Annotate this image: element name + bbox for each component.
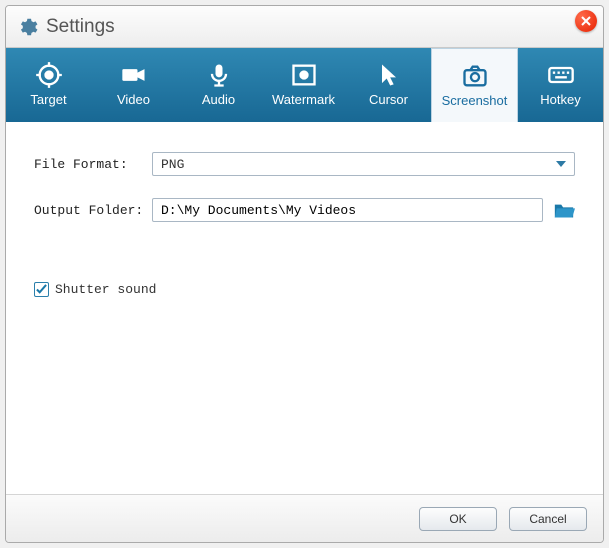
content-panel: File Format: PNG Output Folder: Shutter … — [6, 122, 603, 494]
titlebar: Settings — [6, 6, 603, 48]
cursor-icon — [375, 63, 403, 87]
cancel-button[interactable]: Cancel — [509, 507, 587, 531]
tab-audio[interactable]: Audio — [176, 48, 261, 122]
output-folder-input[interactable] — [152, 198, 543, 222]
audio-icon — [205, 63, 233, 87]
footer: OK Cancel — [6, 494, 603, 542]
file-format-value: PNG — [161, 157, 184, 172]
tab-watermark[interactable]: Watermark — [261, 48, 346, 122]
file-format-select[interactable]: PNG — [152, 152, 575, 176]
video-icon — [120, 63, 148, 87]
target-icon — [35, 63, 63, 87]
chevron-down-icon — [556, 161, 566, 167]
tab-label: Cursor — [369, 92, 408, 107]
watermark-icon — [290, 63, 318, 87]
tab-screenshot[interactable]: Screenshot — [431, 48, 518, 122]
tab-label: Hotkey — [540, 92, 580, 107]
tab-label: Watermark — [272, 92, 335, 107]
close-button[interactable] — [575, 10, 597, 32]
output-folder-row: Output Folder: — [34, 198, 575, 222]
output-folder-label: Output Folder: — [34, 203, 152, 218]
file-format-label: File Format: — [34, 157, 152, 172]
tab-cursor[interactable]: Cursor — [346, 48, 431, 122]
tab-label: Video — [117, 92, 150, 107]
browse-folder-button[interactable] — [553, 201, 575, 219]
tab-label: Audio — [202, 92, 235, 107]
ok-button[interactable]: OK — [419, 507, 497, 531]
shutter-sound-row: Shutter sound — [34, 282, 575, 297]
screenshot-icon — [461, 64, 489, 88]
file-format-row: File Format: PNG — [34, 152, 575, 176]
check-icon — [36, 284, 47, 295]
tab-video[interactable]: Video — [91, 48, 176, 122]
tab-target[interactable]: Target — [6, 48, 91, 122]
hotkey-icon — [547, 63, 575, 87]
tabbar: Target Video Audio Watermark Cursor — [6, 48, 603, 122]
shutter-sound-checkbox[interactable] — [34, 282, 49, 297]
close-icon — [581, 16, 591, 26]
tab-hotkey[interactable]: Hotkey — [518, 48, 603, 122]
folder-icon — [553, 201, 575, 219]
shutter-sound-label: Shutter sound — [55, 282, 156, 297]
tab-label: Screenshot — [442, 93, 508, 108]
gear-icon — [16, 16, 38, 38]
tab-label: Target — [30, 92, 66, 107]
window-title: Settings — [46, 16, 115, 38]
settings-window: Settings Target Video Audio — [5, 5, 604, 543]
